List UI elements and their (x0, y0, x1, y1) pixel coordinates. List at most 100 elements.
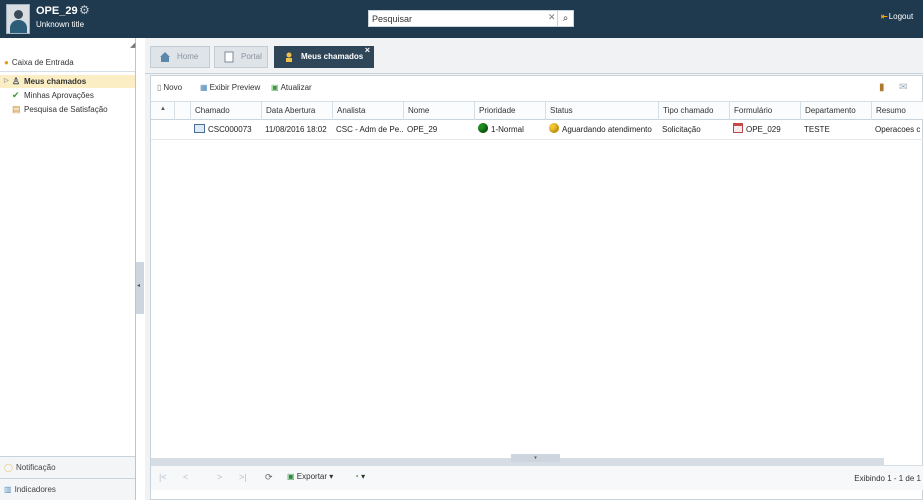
home-icon (160, 52, 170, 62)
new-button[interactable]: ▯ Novo (157, 83, 182, 92)
top-header: OPE_29 ⚙ Unknown title ✕ ⌕ ⇤Logout (0, 0, 923, 38)
refresh-label: Atualizar (280, 83, 312, 92)
divider (0, 71, 135, 72)
tab-meus-chamados[interactable]: Meus chamados × (274, 45, 374, 68)
excel-icon: ▣ (287, 472, 295, 481)
avatar[interactable] (6, 4, 30, 34)
sidebar-item-label: Pesquisa de Satisfação (24, 105, 108, 114)
column-header-prioridade[interactable]: Prioridade (474, 102, 545, 120)
chevron-down-icon: ▾ (361, 472, 366, 481)
expand-icon[interactable]: ▷ (4, 75, 9, 88)
sidebar-item-label: Meus chamados (24, 77, 87, 86)
grid-header: ▲ Chamado Data Abertura Analista Nome Pr… (151, 102, 923, 120)
person-icon: ♙ (12, 76, 21, 86)
sidebar-bottom-label: Notificação (15, 463, 56, 472)
pager: |< < > >| ⟳ ▣ Exportar ▾ ◔ ▾ Exibindo 1 … (151, 465, 923, 490)
refresh-button[interactable]: ▣ Atualizar (271, 83, 312, 92)
table-row[interactable]: CSC000073 11/08/2016 18:02 CSC - Adm de … (151, 120, 923, 140)
reload-icon[interactable]: ⟳ (265, 472, 273, 483)
chamado-value: CSC000073 (208, 125, 252, 134)
status-value: Aguardando atendimento (562, 125, 652, 134)
sidebar-resize-handle[interactable]: ◂ (136, 262, 144, 314)
search-box: ✕ ⌕ (368, 10, 574, 27)
sidebar-item-pesquisa-satisfacao[interactable]: ▤ Pesquisa de Satisfação (0, 103, 135, 116)
sidebar-notificacao[interactable]: ◯ Notificação (0, 456, 135, 478)
sidebar-inbox-label: Caixa de Entrada (11, 58, 74, 67)
search-input[interactable] (369, 11, 539, 26)
column-header-departamento[interactable]: Departamento (800, 102, 871, 120)
tab-home[interactable]: Home (150, 46, 210, 68)
next-page-icon[interactable]: > (217, 472, 222, 482)
new-document-icon: ▯ (157, 83, 162, 92)
form-icon (733, 123, 743, 133)
cell-prioridade: 1-Normal (474, 120, 545, 140)
status-waiting-icon (549, 123, 559, 133)
bottom-resize-handle[interactable]: ▾ (511, 454, 560, 462)
cell-formulario[interactable]: OPE_029 (729, 120, 800, 140)
preview-button[interactable]: ▦ Exibir Preview (200, 83, 260, 92)
tab-label: Meus chamados (301, 52, 364, 61)
export-label: Exportar (296, 472, 328, 481)
gear-icon[interactable]: ⚙ (79, 3, 90, 17)
cell-nome: OPE_29 (407, 125, 438, 134)
prev-page-icon[interactable]: < (183, 472, 188, 482)
logout-icon: ⇤ (881, 12, 888, 21)
sidebar-bottom-label: Indicadores (14, 485, 56, 494)
page-icon (224, 51, 234, 63)
ticket-icon (194, 124, 205, 133)
cell-tipo-chamado: Solicitação (662, 125, 701, 134)
clipboard-icon[interactable]: ▮ (879, 82, 885, 93)
preview-icon: ▦ (200, 83, 208, 92)
clear-icon[interactable]: ✕ (548, 12, 556, 23)
requests-panel: ▯ Novo ▦ Exibir Preview ▣ Atualizar ▮ ✉ ▲ C… (150, 75, 923, 500)
column-header-formulario[interactable]: Formulário (729, 102, 800, 120)
cell-analista: CSC - Adm de Pe... (336, 125, 403, 134)
options-button[interactable]: ◔ ▾ (354, 472, 365, 481)
sidebar-item-minhas-aprovacoes[interactable]: ✔ Minhas Aprovações (0, 89, 135, 102)
sort-asc-icon[interactable]: ▲ (160, 106, 166, 112)
cell-chamado[interactable]: CSC000073 (190, 120, 261, 140)
new-label: Novo (163, 83, 183, 92)
notification-icon: ◯ (4, 463, 13, 472)
priority-normal-icon (478, 123, 488, 133)
chevron-down-icon: ▾ (329, 472, 334, 481)
logout-label: Logout (888, 12, 914, 21)
mail-icon[interactable]: ✉ (899, 82, 907, 93)
column-header-nome[interactable]: Nome (403, 102, 474, 120)
preview-label: Exibir Preview (209, 83, 261, 92)
column-header-tipo-chamado[interactable]: Tipo chamado (658, 102, 729, 120)
sidebar-indicadores[interactable]: ▥ Indicadores (0, 478, 135, 500)
person-icon (286, 52, 292, 62)
first-page-icon[interactable]: |< (159, 472, 167, 482)
export-button[interactable]: ▣ Exportar ▾ (287, 472, 333, 481)
user-title: Unknown title (36, 20, 85, 29)
logout-button[interactable]: ⇤Logout (881, 12, 913, 21)
cell-departamento: TESTE (804, 125, 830, 134)
user-name[interactable]: OPE_29 (36, 5, 78, 17)
collapse-icon[interactable]: ◢ (130, 41, 135, 49)
tab-portal[interactable]: Portal (214, 46, 268, 68)
sidebar-inbox[interactable]: ● Caixa de Entrada (4, 58, 74, 67)
toolbar: ▯ Novo ▦ Exibir Preview ▣ Atualizar ▮ ✉ (151, 76, 923, 102)
column-header-status[interactable]: Status (545, 102, 658, 120)
column-header-select[interactable] (174, 102, 190, 120)
search-icon[interactable]: ⌕ (557, 11, 573, 26)
tab-label: Portal (241, 52, 262, 61)
cell-data-abertura: 11/08/2016 18:02 (265, 125, 327, 134)
column-header-chamado[interactable]: Chamado (190, 102, 261, 120)
column-header-data-abertura[interactable]: Data Abertura (261, 102, 332, 120)
column-header-resumo[interactable]: Resumo (871, 102, 923, 120)
checkmark-icon: ✔ (12, 90, 20, 100)
tab-label: Home (177, 52, 199, 61)
survey-icon: ▤ (12, 104, 21, 114)
cell-status: Aguardando atendimento (545, 120, 658, 140)
options-icon: ◔ (354, 472, 359, 481)
last-page-icon[interactable]: >| (239, 472, 247, 482)
chart-icon: ▥ (4, 485, 12, 494)
close-icon[interactable]: × (365, 40, 370, 60)
cell-resumo: Operacoes c (875, 125, 921, 134)
sidebar-item-meus-chamados[interactable]: ▷ ♙ Meus chamados (0, 75, 135, 88)
tab-bar: Home Portal Meus chamados × (145, 38, 923, 74)
refresh-icon: ▣ (271, 83, 279, 92)
column-header-analista[interactable]: Analista (332, 102, 403, 120)
